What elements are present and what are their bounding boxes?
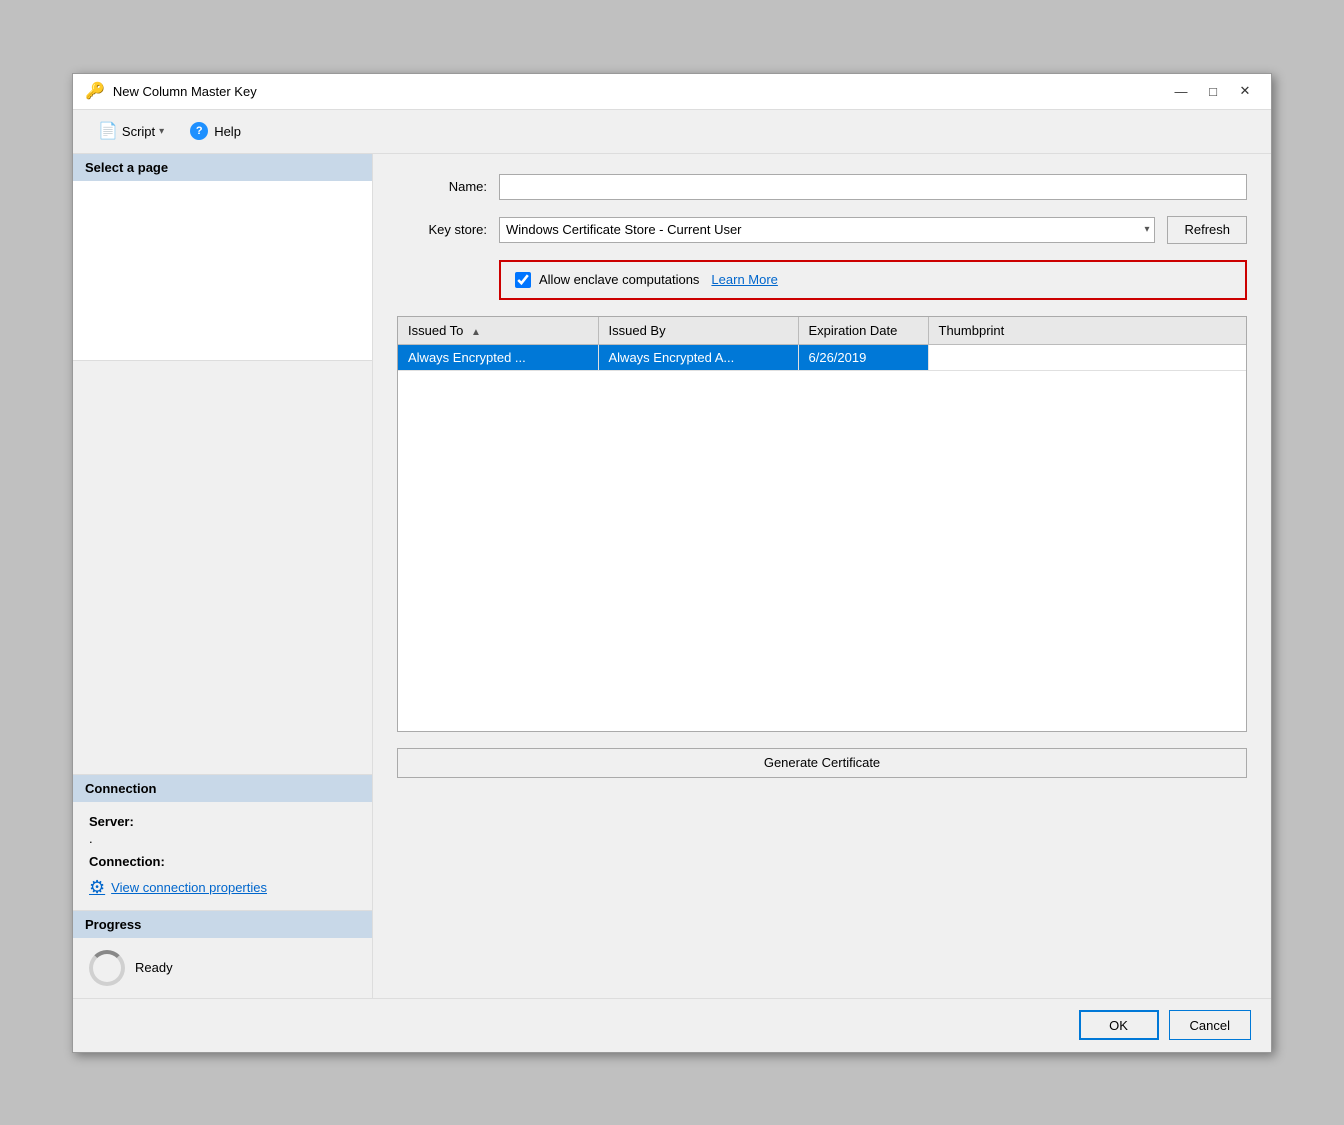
select-page-header: Select a page	[73, 154, 372, 181]
sidebar: Select a page Connection Server: . Conne…	[73, 154, 373, 998]
enclave-checkbox[interactable]	[515, 272, 531, 288]
connection-section: Connection Server: . Connection: ⚙ View …	[73, 774, 372, 910]
help-icon: ?	[190, 122, 208, 140]
sort-asc-icon: ▲	[471, 327, 481, 338]
learn-more-link[interactable]: Learn More	[711, 272, 777, 287]
connection-header: Connection	[73, 775, 372, 802]
cert-table-body: Always Encrypted ... Always Encrypted A.…	[398, 344, 1246, 370]
help-label: Help	[214, 124, 241, 139]
progress-status: Ready	[135, 960, 173, 975]
server-label: Server:	[89, 814, 356, 829]
name-row: Name:	[397, 174, 1247, 200]
col-expiration-date[interactable]: Expiration Date	[798, 317, 928, 345]
server-value: .	[89, 831, 356, 846]
window-title: New Column Master Key	[113, 84, 257, 99]
toolbar: 📄 Script ▾ ? Help	[73, 110, 1271, 154]
name-label: Name:	[397, 179, 487, 194]
name-input[interactable]	[499, 174, 1247, 200]
minimize-button[interactable]: —	[1167, 80, 1195, 102]
cell-issued-by: Always Encrypted A...	[598, 344, 798, 370]
connection-icon: ⚙	[89, 877, 105, 898]
title-bar: 🔑 New Column Master Key — □ ✕	[73, 74, 1271, 110]
script-button[interactable]: 📄 Script ▾	[89, 116, 173, 146]
keystore-select[interactable]: Windows Certificate Store - Current User…	[499, 217, 1155, 243]
sidebar-pages-area	[73, 181, 372, 361]
progress-content: Ready	[73, 938, 372, 998]
cert-table-header-row: Issued To ▲ Issued By Expiration Date Th…	[398, 317, 1246, 345]
view-connection-label: View connection properties	[111, 880, 267, 895]
ok-button[interactable]: OK	[1079, 1010, 1159, 1040]
table-row[interactable]: Always Encrypted ... Always Encrypted A.…	[398, 344, 1246, 370]
enclave-label: Allow enclave computations	[539, 272, 699, 287]
window-icon: 🔑	[85, 81, 105, 101]
maximize-button[interactable]: □	[1199, 80, 1227, 102]
help-button[interactable]: ? Help	[181, 117, 250, 145]
col-thumbprint[interactable]: Thumbprint	[928, 317, 1246, 345]
progress-section: Progress Ready	[73, 910, 372, 998]
content-area: Select a page Connection Server: . Conne…	[73, 154, 1271, 998]
cell-thumbprint	[928, 344, 1246, 370]
cell-expiration-date: 6/26/2019	[798, 344, 928, 370]
chevron-down-icon: ▾	[159, 126, 164, 137]
main-panel: Name: Key store: Windows Certificate Sto…	[373, 154, 1271, 998]
col-issued-by[interactable]: Issued By	[598, 317, 798, 345]
footer: OK Cancel	[73, 998, 1271, 1052]
connection-content: Server: . Connection: ⚙ View connection …	[73, 802, 372, 910]
keystore-label: Key store:	[397, 222, 487, 237]
refresh-button[interactable]: Refresh	[1167, 216, 1247, 244]
cert-table-header: Issued To ▲ Issued By Expiration Date Th…	[398, 317, 1246, 345]
keystore-row: Key store: Windows Certificate Store - C…	[397, 216, 1247, 244]
col-issued-to[interactable]: Issued To ▲	[398, 317, 598, 345]
main-window: 🔑 New Column Master Key — □ ✕ 📄 Script ▾…	[72, 73, 1272, 1053]
close-button[interactable]: ✕	[1231, 80, 1259, 102]
certificate-table: Issued To ▲ Issued By Expiration Date Th…	[398, 317, 1246, 371]
title-bar-left: 🔑 New Column Master Key	[85, 81, 257, 101]
progress-spinner	[89, 950, 125, 986]
generate-certificate-button[interactable]: Generate Certificate	[397, 748, 1247, 778]
keystore-select-wrapper: Windows Certificate Store - Current User…	[499, 217, 1155, 243]
script-label: Script	[122, 124, 155, 139]
progress-header: Progress	[73, 911, 372, 938]
script-icon: 📄	[98, 121, 118, 141]
enclave-area: Allow enclave computations Learn More	[499, 260, 1247, 300]
cell-issued-to: Always Encrypted ...	[398, 344, 598, 370]
title-controls: — □ ✕	[1167, 80, 1259, 102]
connection-label: Connection:	[89, 854, 356, 869]
sidebar-spacer	[73, 361, 372, 774]
cert-table-empty-area	[398, 371, 1246, 731]
view-connection-properties-link[interactable]: ⚙ View connection properties	[89, 877, 356, 898]
cancel-button[interactable]: Cancel	[1169, 1010, 1251, 1040]
certificate-table-wrapper: Issued To ▲ Issued By Expiration Date Th…	[397, 316, 1247, 732]
